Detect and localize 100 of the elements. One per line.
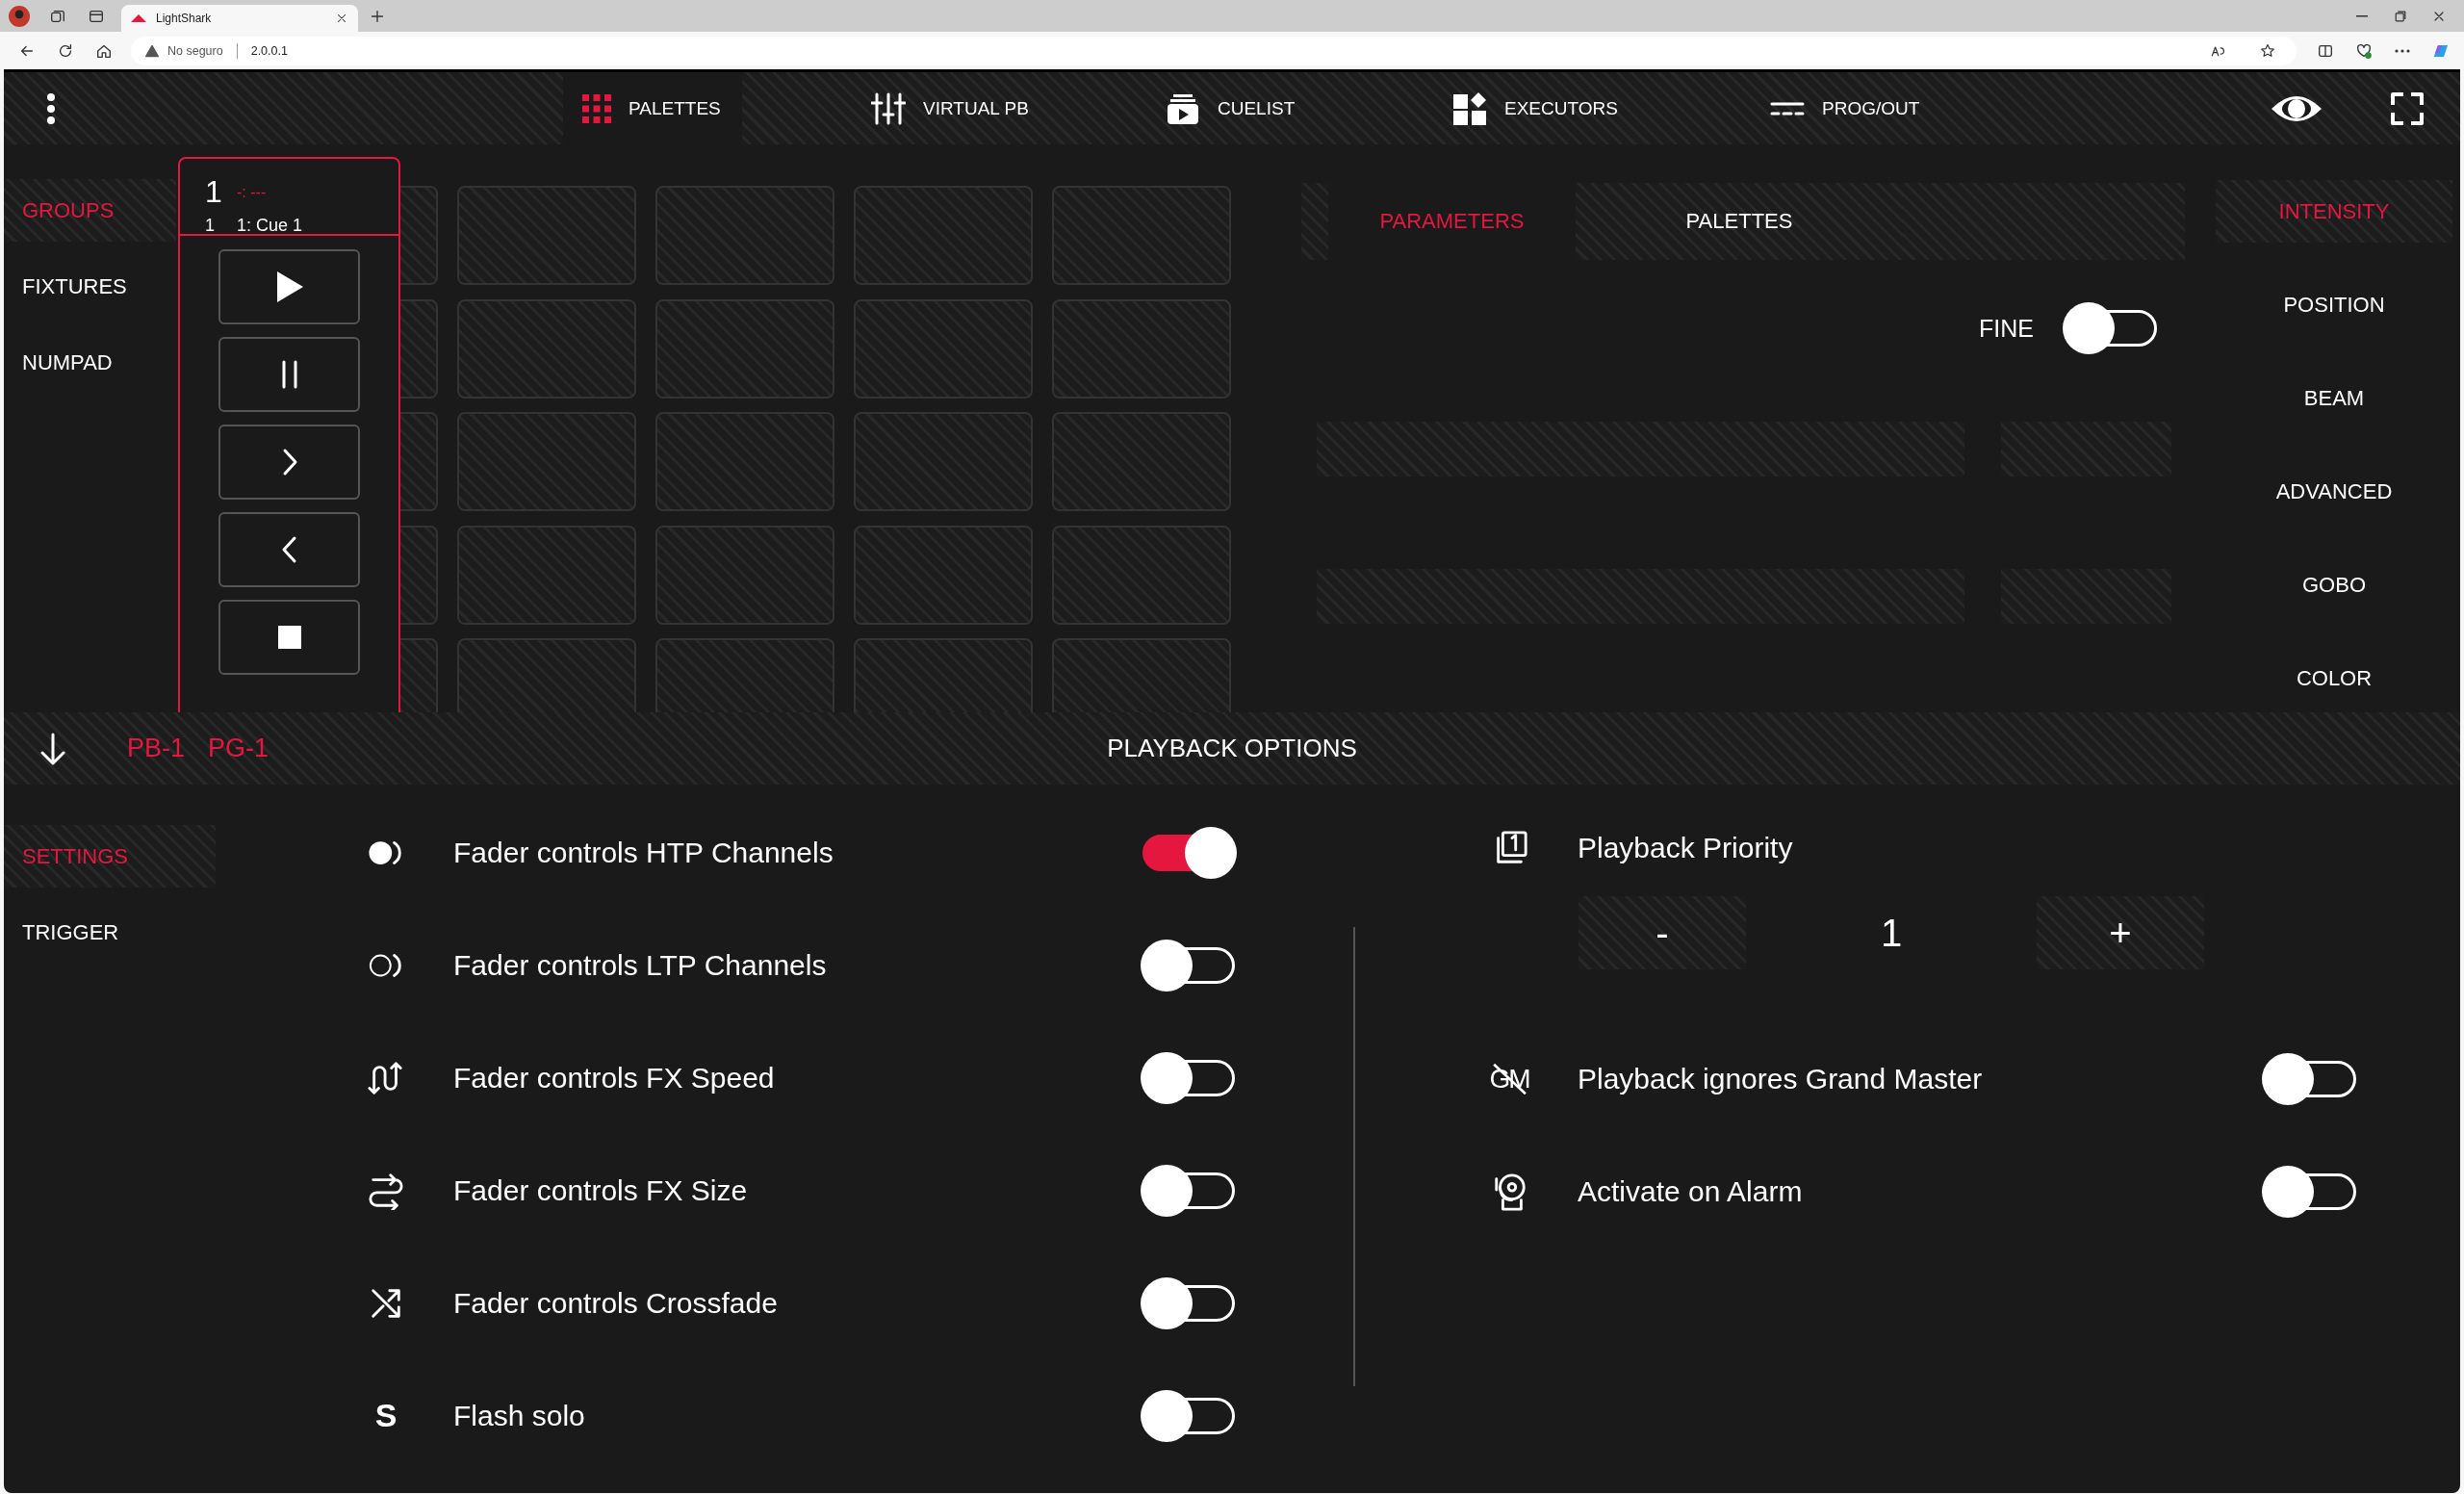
security-label: No seguro: [167, 43, 223, 58]
sidebar-item[interactable]: NUMPAD: [4, 331, 176, 394]
category-item[interactable]: COLOR: [2216, 647, 2452, 709]
priority-value: 1: [1879, 911, 1904, 955]
palette-slot[interactable]: [400, 412, 438, 511]
avatar-icon[interactable]: [9, 5, 30, 27]
widgets-icon: [1452, 90, 1487, 126]
palette-slot[interactable]: [655, 412, 834, 511]
loop-arrows-icon: [368, 1171, 404, 1210]
palette-slot[interactable]: [854, 638, 1033, 712]
palette-slot[interactable]: [1052, 525, 1231, 625]
playback-number: 1: [205, 176, 223, 207]
shark-icon: [131, 13, 146, 23]
previous-button[interactable]: [218, 512, 360, 587]
pause-button[interactable]: [218, 337, 360, 412]
palette-slot[interactable]: [400, 525, 438, 625]
palette-slot[interactable]: [457, 525, 636, 625]
reload-icon: [57, 41, 74, 60]
palette-slot[interactable]: [655, 525, 834, 625]
option-label: Fader controls Crossfade: [453, 1286, 779, 1320]
option-label: Flash solo: [453, 1399, 586, 1432]
palette-slot[interactable]: [854, 298, 1033, 399]
palette-slot[interactable]: [400, 638, 438, 712]
palette-slot[interactable]: [457, 638, 636, 712]
option-label: Fader controls HTP Channels: [453, 836, 834, 869]
address-url[interactable]: 2.0.0.1: [250, 43, 288, 58]
palette-slot[interactable]: [1052, 412, 1231, 511]
minimize-icon: [2356, 14, 2368, 17]
toggle-switch[interactable]: [1141, 1164, 1237, 1217]
palette-slot[interactable]: [457, 186, 636, 285]
next-button[interactable]: [218, 425, 360, 500]
nav-tab[interactable]: EXECUTORS: [1433, 72, 1639, 144]
toggle-switch[interactable]: [2063, 302, 2159, 354]
warning-icon: [144, 42, 160, 59]
fine-label: FINE: [1979, 314, 2034, 343]
heart-icon: [2355, 41, 2373, 60]
toggle-switch[interactable]: [1141, 1389, 1237, 1442]
toggle-switch[interactable]: [1141, 826, 1237, 879]
cue-name: 1: Cue 1: [237, 216, 304, 236]
sidebar-item[interactable]: SETTINGS: [4, 825, 216, 888]
option-label: Fader controls FX Speed: [453, 1061, 776, 1095]
sliders-icon: [871, 90, 906, 126]
increment-button[interactable]: +: [2037, 896, 2204, 969]
category-item[interactable]: GOBO: [2216, 554, 2452, 616]
star-icon: [2260, 42, 2275, 59]
tab[interactable]: PALETTES: [1576, 183, 1903, 260]
menu-icon: [46, 91, 56, 125]
stop-button[interactable]: [218, 600, 360, 675]
sidebar-item[interactable]: TRIGGER: [4, 901, 216, 964]
category-item[interactable]: POSITION: [2216, 273, 2452, 336]
toggle-switch[interactable]: [1141, 1051, 1237, 1104]
fullscreen-icon: [2390, 90, 2425, 126]
fullscreen-button[interactable]: [2390, 90, 2425, 126]
nav-tab[interactable]: VIRTUAL PB: [852, 72, 1050, 144]
palette-slot[interactable]: [854, 525, 1033, 625]
more-icon: [2395, 48, 2410, 53]
play-button[interactable]: [218, 249, 360, 324]
down-arrow-icon: [38, 731, 67, 766]
option-label: Playback Priority: [1578, 832, 1794, 864]
palette-slot[interactable]: [655, 298, 834, 399]
palette-slot[interactable]: [400, 186, 438, 285]
nav-tab[interactable]: PROG/OUT: [1751, 72, 1941, 144]
toggle-switch[interactable]: [1141, 939, 1237, 992]
category-item[interactable]: INTENSITY: [2216, 180, 2452, 243]
palette-slot[interactable]: [457, 298, 636, 399]
grid-dots-icon: [582, 93, 611, 123]
panel-title: PLAYBACK OPTIONS: [1107, 734, 1357, 763]
palette-slot[interactable]: [1052, 186, 1231, 285]
toggle-switch[interactable]: [1141, 1276, 1237, 1329]
toggle-switch[interactable]: [2262, 1052, 2358, 1105]
sidebar-item[interactable]: GROUPS: [4, 179, 176, 242]
collapse-button[interactable]: [38, 731, 67, 766]
palette-slot[interactable]: [400, 298, 438, 399]
cue-time: -: ---: [237, 184, 268, 202]
cue-number: 1: [205, 216, 216, 236]
palette-slot[interactable]: [854, 186, 1033, 285]
palette-slot[interactable]: [655, 638, 834, 712]
nav-tab[interactable]: CUELIST: [1146, 72, 1317, 144]
play-icon: [274, 270, 304, 303]
palette-slot[interactable]: [1052, 298, 1231, 399]
sidebar-item[interactable]: FIXTURES: [4, 255, 176, 318]
decrement-button[interactable]: -: [1578, 896, 1746, 969]
palette-slot[interactable]: [457, 412, 636, 511]
palette-slot[interactable]: [655, 186, 834, 285]
option-label: Playback ignores Grand Master: [1578, 1062, 1984, 1095]
solo-icon: S: [374, 1397, 398, 1434]
playback-id: PB-1: [127, 734, 186, 763]
playback-id: PG-1: [208, 734, 270, 763]
toggle-switch[interactable]: [2262, 1165, 2358, 1218]
option-label: Activate on Alarm: [1578, 1174, 1804, 1208]
category-item[interactable]: BEAM: [2216, 367, 2452, 429]
menu-button[interactable]: [46, 91, 56, 125]
palette-slot[interactable]: [854, 412, 1033, 511]
stop-icon: [277, 626, 301, 649]
browser-tab[interactable]: LightShark: [121, 5, 358, 32]
close-icon: [335, 12, 348, 25]
nav-tab[interactable]: PALETTES: [563, 72, 742, 144]
category-item[interactable]: ADVANCED: [2216, 460, 2452, 523]
option-label: Fader controls FX Size: [453, 1173, 749, 1207]
palette-slot[interactable]: [1052, 638, 1231, 712]
